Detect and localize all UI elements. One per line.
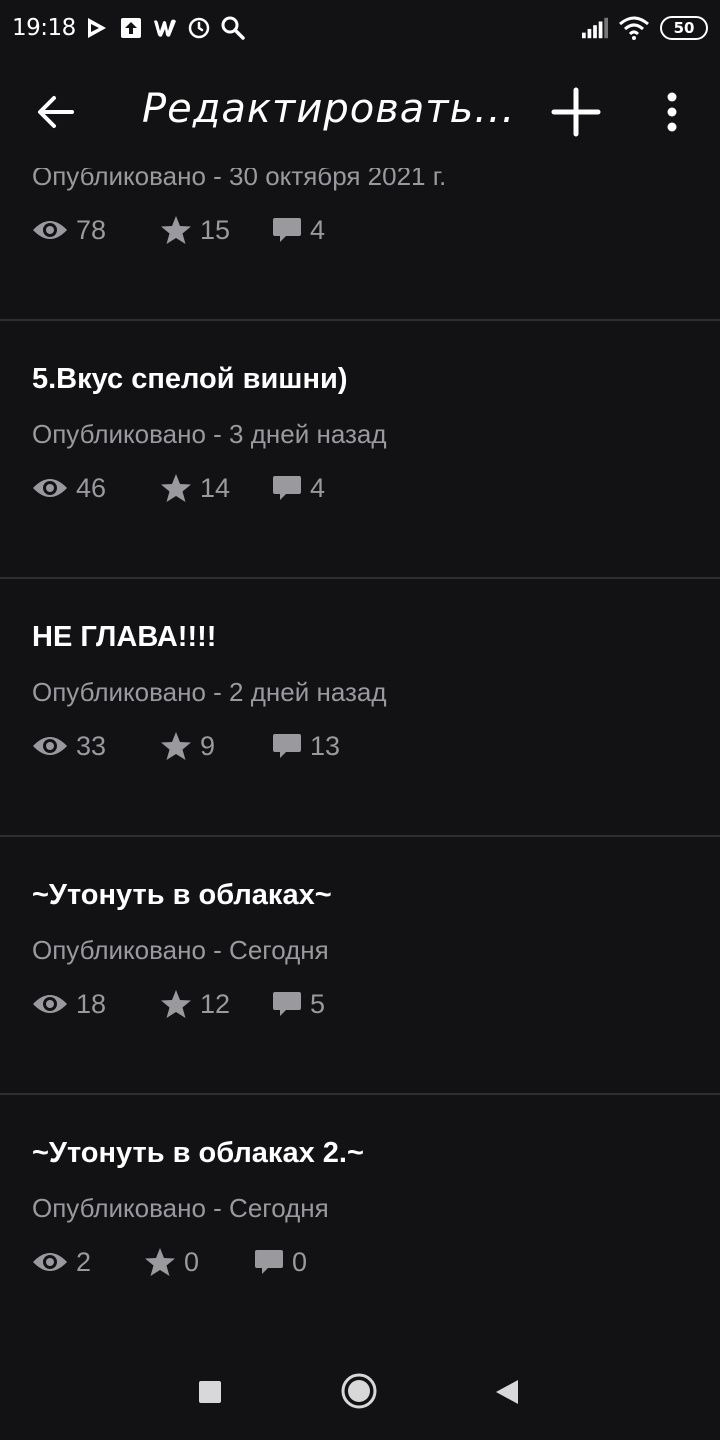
votes-stat: 12 (160, 989, 272, 1020)
part-published: Опубликовано - Сегодня (32, 935, 329, 965)
search-icon (220, 15, 246, 41)
part-published: Опубликовано - 2 дней назад (32, 677, 387, 707)
views-count: 78 (76, 214, 107, 245)
star-icon (160, 989, 192, 1019)
views-count: 33 (76, 730, 107, 761)
part-title: НЕ ГЛАВА!!!! (32, 621, 217, 653)
back-triangle-icon[interactable] (482, 1367, 532, 1417)
upload-icon (118, 15, 144, 41)
part-stats: 2 0 0 (32, 1242, 307, 1282)
status-time: 19:18 (12, 15, 76, 41)
comment-icon (272, 216, 302, 244)
list-item[interactable]: ~Утонуть в облаках~ Опубликовано - Сегод… (0, 837, 720, 1095)
status-right: 50 (582, 15, 708, 41)
comment-icon (254, 1248, 284, 1276)
comments-count: 5 (310, 988, 326, 1019)
part-stats: 46 14 4 (32, 468, 325, 508)
votes-count: 12 (200, 988, 231, 1019)
views-count: 2 (76, 1246, 92, 1277)
views-stat: 18 (32, 989, 160, 1020)
star-icon (160, 473, 192, 503)
star-icon (160, 731, 192, 761)
battery-icon: 50 (660, 16, 708, 40)
part-stats: 33 9 13 (32, 726, 340, 766)
votes-count: 9 (200, 730, 216, 761)
list-item[interactable]: НЕ ГЛАВА!!!! Опубликовано - 2 дней назад… (0, 579, 720, 837)
votes-count: 15 (200, 214, 231, 245)
eye-icon (32, 992, 68, 1016)
star-icon (144, 1247, 176, 1277)
wattpad-icon (152, 15, 178, 41)
alarm-icon (186, 15, 212, 41)
recents-square-icon[interactable] (185, 1367, 235, 1417)
status-bar: 19:18 50 (0, 0, 720, 56)
votes-count: 0 (184, 1246, 200, 1277)
part-stats: 18 12 5 (32, 984, 325, 1024)
more-vert-icon[interactable] (650, 84, 694, 140)
votes-stat: 14 (160, 473, 272, 504)
votes-count: 14 (200, 472, 231, 503)
list-item[interactable]: ~Утонуть в облаках 2.~ Опубликовано - Се… (0, 1095, 720, 1353)
signal-icon (582, 15, 608, 41)
comment-icon (272, 732, 302, 760)
views-stat: 78 (32, 215, 160, 246)
views-stat: 2 (32, 1247, 144, 1278)
comments-stat: 4 (272, 215, 325, 246)
part-published: Опубликовано - Сегодня (32, 1193, 329, 1223)
battery-level: 50 (673, 19, 695, 37)
views-stat: 33 (32, 731, 160, 762)
views-stat: 46 (32, 473, 160, 504)
comments-count: 0 (292, 1246, 308, 1277)
part-title: ~Утонуть в облаках~ (32, 879, 332, 911)
comments-stat: 5 (272, 989, 325, 1020)
comments-stat: 4 (272, 473, 325, 504)
comment-icon (272, 474, 302, 502)
home-circle-icon[interactable] (334, 1366, 384, 1416)
comments-count: 4 (310, 472, 326, 503)
votes-stat: 15 (160, 215, 272, 246)
wifi-icon (618, 15, 650, 41)
page-title: Редактировать... (142, 86, 516, 132)
comments-count: 13 (310, 730, 341, 761)
list-item[interactable]: 5.Вкус спелой вишни) Опубликовано - 3 дн… (0, 321, 720, 579)
comments-stat: 0 (254, 1247, 307, 1278)
status-left: 19:18 (12, 15, 246, 41)
eye-icon (32, 1250, 68, 1274)
comments-stat: 13 (272, 731, 340, 762)
views-count: 18 (76, 988, 107, 1019)
votes-stat: 0 (144, 1247, 254, 1278)
play-store-icon (84, 15, 110, 41)
eye-icon (32, 218, 68, 242)
star-icon (160, 215, 192, 245)
eye-icon (32, 734, 68, 758)
votes-stat: 9 (160, 731, 272, 762)
parts-list: Опубликовано - 30 октября 2021 г. 78 15 … (0, 63, 720, 1353)
part-title: 5.Вкус спелой вишни) (32, 363, 348, 395)
part-stats: 78 15 4 (32, 210, 325, 250)
plus-icon[interactable] (546, 82, 606, 142)
part-published: Опубликовано - 3 дней назад (32, 419, 387, 449)
part-title: ~Утонуть в облаках 2.~ (32, 1137, 364, 1169)
comments-count: 4 (310, 214, 326, 245)
eye-icon (32, 476, 68, 500)
comment-icon (272, 990, 302, 1018)
system-nav-bar (0, 1340, 720, 1440)
app-bar: Редактировать... (0, 56, 720, 168)
views-count: 46 (76, 472, 107, 503)
back-arrow-icon[interactable] (30, 86, 82, 138)
